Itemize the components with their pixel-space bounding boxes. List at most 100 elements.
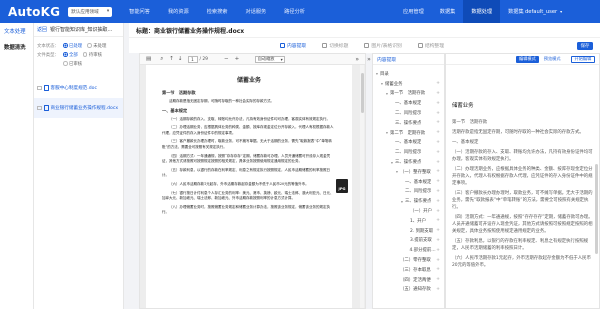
checkbox[interactable] <box>37 105 42 111</box>
add-node-icon[interactable]: + <box>436 120 440 125</box>
file-item-selected[interactable]: 商业银行储蓄业务操作规程.docx <box>34 98 123 118</box>
add-node-icon[interactable]: + <box>436 81 440 86</box>
checkbox[interactable] <box>37 85 42 91</box>
tree-node[interactable]: （三）存本取息 + <box>376 265 442 275</box>
jpg-badge-icon[interactable]: JPG <box>336 179 348 193</box>
add-node-icon[interactable]: + <box>436 228 440 233</box>
top-nav-item[interactable]: 对话服务 <box>236 0 275 23</box>
add-node-icon[interactable]: + <box>436 140 440 145</box>
step-structure[interactable]: 结构整理 <box>417 42 444 49</box>
tree-node[interactable]: ▾ 三、操作要点 + <box>376 157 442 167</box>
step-content-extract[interactable]: 内容提取 <box>280 42 306 49</box>
pdf-scrollbar[interactable] <box>360 65 364 308</box>
menu-item-data-cleaning[interactable]: 数据清洗 <box>0 39 33 55</box>
top-nav-item[interactable]: 路径分析 <box>275 0 314 23</box>
add-node-icon[interactable]: + <box>436 238 440 243</box>
page-down-icon[interactable]: ↓ <box>178 56 183 62</box>
zoom-in-icon[interactable]: + <box>235 56 240 62</box>
top-nav-item[interactable]: 数据集 <box>432 0 464 23</box>
type-radio-all[interactable]: 全部 <box>63 52 78 58</box>
top-nav-item-active[interactable]: 数据处理 <box>463 0 501 23</box>
zoom-select[interactable]: 自动缩放 ▾ <box>255 55 286 63</box>
add-node-icon[interactable]: + <box>436 130 440 135</box>
tree-node[interactable]: （二）零存整取 + <box>376 255 442 265</box>
add-node-icon[interactable]: + <box>436 287 440 292</box>
domain-select[interactable]: 默认应用领域 ▾ <box>68 6 113 17</box>
domain-select-value: 默认应用领域 <box>71 9 99 15</box>
add-node-icon[interactable]: + <box>436 209 440 214</box>
status-radio-processed[interactable]: 已处理 <box>63 43 82 49</box>
menu-item-text-processing[interactable]: 文本处理 <box>0 23 33 39</box>
tree-node[interactable]: ▾ 目录 <box>376 69 442 79</box>
scrollbar-thumb[interactable] <box>360 73 364 113</box>
content-paragraph: （四）活期方式：一年通通规，按照“存存存存”定期，储蓄存款可办理。人员开通储蓄可… <box>452 215 593 234</box>
add-node-icon[interactable]: + <box>436 101 440 106</box>
type-radio-reviewed[interactable]: 已审核 <box>63 61 82 67</box>
user-menu[interactable]: default_user ▾ <box>525 0 562 23</box>
tree-node[interactable]: 二、风险提示 + <box>376 187 442 197</box>
add-node-icon[interactable]: + <box>436 150 440 155</box>
tree-node-label: 4.部分提前支取 <box>409 248 436 254</box>
preview-mode-button[interactable]: 预览模式 <box>541 56 564 63</box>
search-icon[interactable]: ⌕ <box>160 56 163 63</box>
tree-node[interactable]: 二、风险提示 + <box>376 108 442 118</box>
top-nav-item[interactable]: 检索搜索 <box>198 0 237 23</box>
top-nav-item[interactable]: 智能问答 <box>120 0 159 23</box>
dataset-title: 银行智能知识库_知识抽取... <box>50 27 113 33</box>
tree-node-label: 二、风险提示 <box>395 111 422 117</box>
sidebar-toggle-icon[interactable]: ▤ <box>146 56 151 62</box>
add-node-icon[interactable]: + <box>436 218 440 223</box>
file-panel-header: 返回 银行智能知识库_知识抽取... <box>34 23 123 37</box>
type-radio-pending[interactable]: 待审核 <box>82 52 102 58</box>
tree-node[interactable]: 三、操作要点 + <box>376 118 442 128</box>
tree-node[interactable]: 2. 到期支取 + <box>376 226 442 236</box>
add-node-icon[interactable]: + <box>436 189 440 194</box>
tree-node[interactable]: ▾ 储蓄业务 + <box>376 79 442 89</box>
add-node-icon[interactable]: + <box>436 199 440 204</box>
tree-node[interactable]: 1、开户 + <box>376 216 442 226</box>
add-node-icon[interactable]: + <box>436 169 440 174</box>
tree-node[interactable]: 3.提前支取 + <box>376 236 442 246</box>
tree-node[interactable]: ▾ 三、操作要点 + <box>376 196 442 206</box>
tree-node[interactable]: 4.部分提前支取+ <box>376 245 442 255</box>
step-image-table[interactable]: 图片/表格识别 <box>364 42 402 49</box>
add-node-icon[interactable]: + <box>436 277 440 282</box>
save-button[interactable]: 保存 <box>577 42 593 50</box>
content-paragraph: （二）办理活期业务，应根据具体业务的种类、金额、按库存现金定位分开存款入，代理人… <box>452 167 593 186</box>
tree-node[interactable]: 二、风险提示 + <box>376 147 442 157</box>
tree-node[interactable]: 一、基本规定 + <box>376 177 442 187</box>
back-link[interactable]: 返回 <box>37 26 47 33</box>
file-item[interactable]: 客服中心制度规范.doc <box>34 78 123 98</box>
tree-node[interactable]: （四）定活两便 + <box>376 275 442 285</box>
add-node-icon[interactable]: + <box>436 267 440 272</box>
content-paragraph: 活期存款是指无固定存期，可随时存取的一种社会实际的存款方式。 <box>452 130 584 135</box>
edit-mode-button[interactable]: 编辑模式 <box>516 55 539 63</box>
add-node-icon[interactable]: + <box>436 91 440 96</box>
tree-node[interactable]: ▾ （一）整存整取 + <box>376 167 442 177</box>
add-node-icon[interactable]: + <box>436 111 440 116</box>
document-icon <box>43 105 49 111</box>
tree-node[interactable]: ▾ 第二节 定期存款 + <box>376 128 442 138</box>
tree-node[interactable]: （一）开户 + <box>376 206 442 216</box>
page-number-input[interactable]: 1 <box>187 55 198 63</box>
tree-node[interactable]: 一、基本规定 + <box>376 138 442 148</box>
content-scrollbar[interactable] <box>595 164 598 254</box>
tree-node[interactable]: （五）通知存款 + <box>376 285 442 295</box>
add-node-icon[interactable]: + <box>436 248 440 253</box>
status-radio-unprocessed[interactable]: 未处理 <box>87 43 106 49</box>
add-node-icon[interactable]: + <box>436 258 440 263</box>
content-body: 储蓄业务 第一节 活期存款 活期存款是指无固定存期，可随时存取的一种社会实际的存款… <box>446 65 599 269</box>
top-nav-item[interactable]: 应用管理 <box>395 0 432 23</box>
top-nav-item[interactable]: 我的资源 <box>159 0 198 23</box>
zoom-out-icon[interactable]: − <box>224 56 229 62</box>
tree-node[interactable]: 一、基本规定 + <box>376 98 442 108</box>
start-edit-button[interactable]: 开始编辑 <box>570 55 596 63</box>
radio-label: 已审核 <box>69 61 83 67</box>
add-node-icon[interactable]: + <box>436 179 440 184</box>
add-node-icon[interactable]: + <box>436 160 440 165</box>
more-tools-icon[interactable]: » <box>355 56 359 63</box>
pdf-section: 一、基本规定 <box>162 107 188 113</box>
page-up-icon[interactable]: ↑ <box>169 56 174 62</box>
step-title-switch[interactable]: 切换标题 <box>322 42 348 49</box>
tree-node[interactable]: ▾ 第一节 活期存款 + <box>376 89 442 99</box>
